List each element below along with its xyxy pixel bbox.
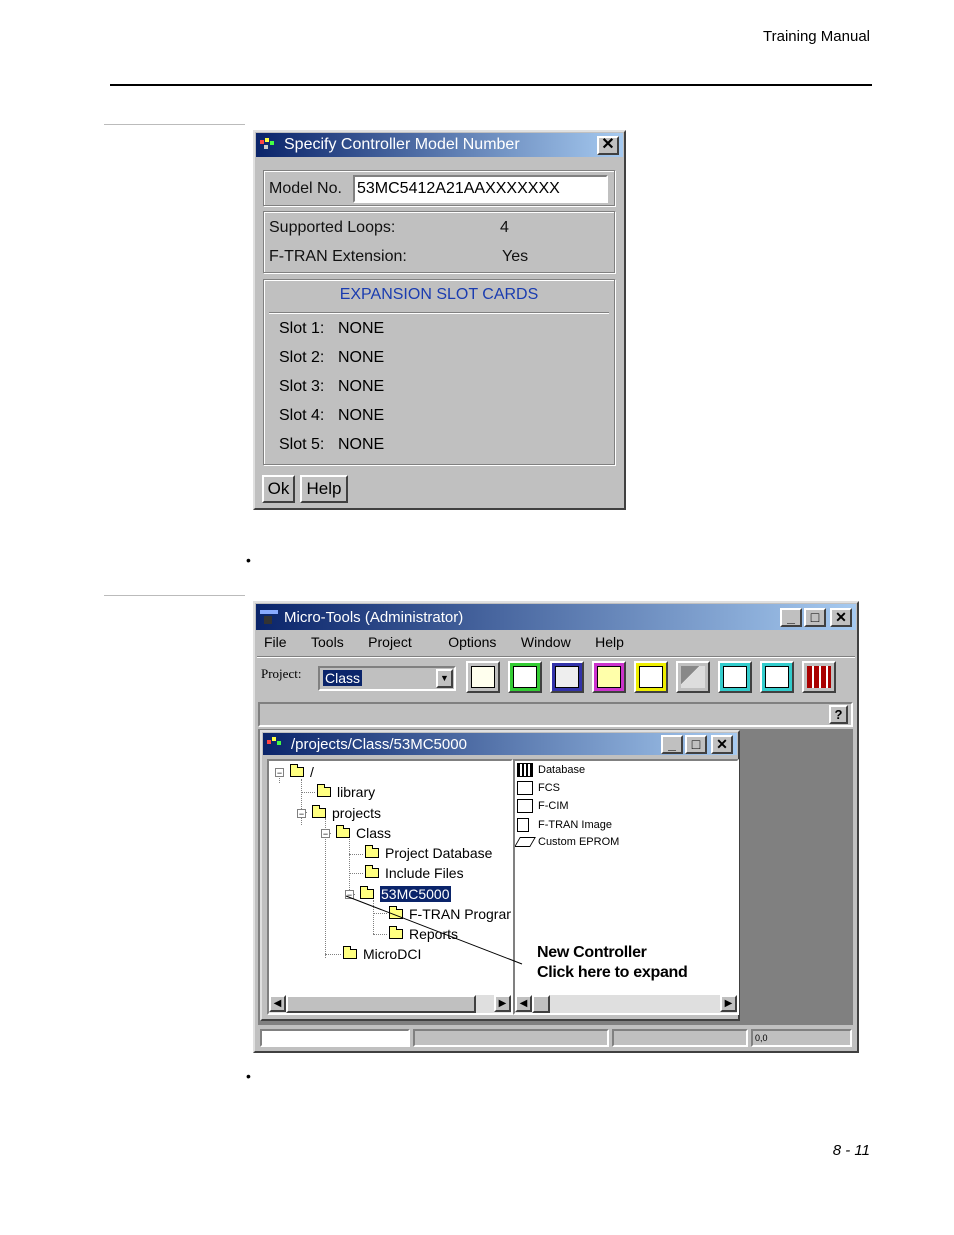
menu-bar: File Tools Project Options Window Help — [264, 634, 644, 652]
tree-tool-icon[interactable] — [466, 661, 500, 693]
microtools-title: Micro-Tools (Administrator) — [284, 608, 464, 626]
menu-window[interactable]: Window — [521, 634, 571, 650]
model-number-input[interactable]: 53MC5412A21AAXXXXXXX — [353, 175, 608, 203]
help-icon[interactable]: ? — [829, 705, 848, 724]
slot-4-label: Slot 4: — [279, 407, 325, 424]
slot-1-label: Slot 1: — [279, 320, 325, 337]
secondary-toolbar: ? — [258, 702, 853, 727]
ftran-extension-value: Yes — [502, 248, 529, 265]
bullet-1: • — [246, 552, 251, 568]
build-tool-icon[interactable] — [676, 661, 710, 693]
expansion-heading: EXPANSION SLOT CARDS — [339, 286, 539, 303]
slot-3-value: NONE — [338, 378, 385, 395]
status-field-3 — [612, 1029, 748, 1047]
fcs-tool-icon[interactable] — [550, 661, 584, 693]
maximize-button[interactable]: □ — [804, 607, 826, 627]
ftran-extension-label: F-TRAN Extension: — [269, 248, 407, 265]
supported-loops-label: Supported Loops: — [269, 219, 396, 236]
ftran-tool-icon[interactable] — [634, 661, 668, 693]
menu-project[interactable]: Project — [368, 634, 412, 650]
callout-pointer-line — [345, 895, 523, 965]
slot-2-label: Slot 2: — [279, 349, 325, 366]
database-tool-icon[interactable] — [508, 661, 542, 693]
side-rule-2 — [104, 595, 245, 596]
chevron-down-icon[interactable]: ▼ — [436, 669, 453, 688]
model-group: Model No. 53MC5412A21AAXXXXXXX — [263, 170, 615, 206]
ok-button[interactable]: Ok — [262, 475, 295, 503]
menu-file[interactable]: File — [264, 634, 287, 650]
specify-model-dialog: Specify Controller Model Number ✕ Model … — [253, 130, 626, 510]
side-rule-1 — [104, 124, 245, 125]
help-button[interactable]: Help — [300, 475, 348, 503]
controller-tool-icon[interactable] — [802, 661, 836, 693]
header-rule — [110, 84, 872, 86]
capabilities-group: Supported Loops: 4 F-TRAN Extension: Yes — [263, 211, 615, 273]
model-label: Model No. — [269, 180, 342, 197]
expansion-divider — [269, 312, 609, 313]
menu-divider — [257, 656, 855, 657]
menu-options[interactable]: Options — [448, 634, 496, 650]
project-select-value: Class — [323, 670, 363, 686]
slot-2-value: NONE — [338, 349, 385, 366]
status-bar: 0,0 — [258, 1027, 854, 1049]
microtools-titlebar: Micro-Tools (Administrator) _ □ ✕ — [256, 604, 856, 630]
microtools-window: Micro-Tools (Administrator) _ □ ✕ File T… — [253, 601, 859, 1053]
project-label: Project: — [261, 666, 302, 681]
dialog-titlebar: Specify Controller Model Number ✕ — [256, 133, 623, 157]
close-button[interactable]: ✕ — [597, 135, 619, 155]
slot-5-label: Slot 5: — [279, 436, 325, 453]
project-select[interactable]: Class ▼ — [318, 666, 456, 691]
menu-help[interactable]: Help — [595, 634, 624, 650]
status-coordinates: 0,0 — [751, 1029, 852, 1047]
app-icon — [260, 610, 278, 624]
page-number: 8 - 11 — [832, 1142, 870, 1159]
bullet-2: • — [246, 1068, 251, 1084]
close-button[interactable]: ✕ — [830, 607, 852, 627]
fcim-tool-icon[interactable] — [592, 661, 626, 693]
app-icon — [260, 138, 278, 152]
manual-title: Training Manual — [763, 28, 870, 45]
expansion-slots-group: EXPANSION SLOT CARDS Slot 1: NONE Slot 2… — [263, 279, 615, 465]
status-field-2 — [413, 1029, 609, 1047]
upload-tool-icon[interactable] — [760, 661, 794, 693]
dialog-title: Specify Controller Model Number — [284, 136, 520, 153]
status-field-1 — [260, 1029, 410, 1047]
slot-5-value: NONE — [338, 436, 385, 453]
slot-1-value: NONE — [338, 320, 385, 337]
minimize-button[interactable]: _ — [780, 607, 802, 627]
supported-loops-value: 4 — [500, 219, 509, 236]
model-number-value: 53MC5412A21AAXXXXXXX — [357, 180, 560, 197]
project-child-window: /projects/Class/53MC5000 _ □ ✕ − / librar… — [260, 730, 740, 1021]
menu-tools[interactable]: Tools — [311, 634, 344, 650]
slot-4-value: NONE — [338, 407, 385, 424]
toolbar — [466, 661, 836, 693]
slot-3-label: Slot 3: — [279, 378, 325, 395]
download-tool-icon[interactable] — [718, 661, 752, 693]
